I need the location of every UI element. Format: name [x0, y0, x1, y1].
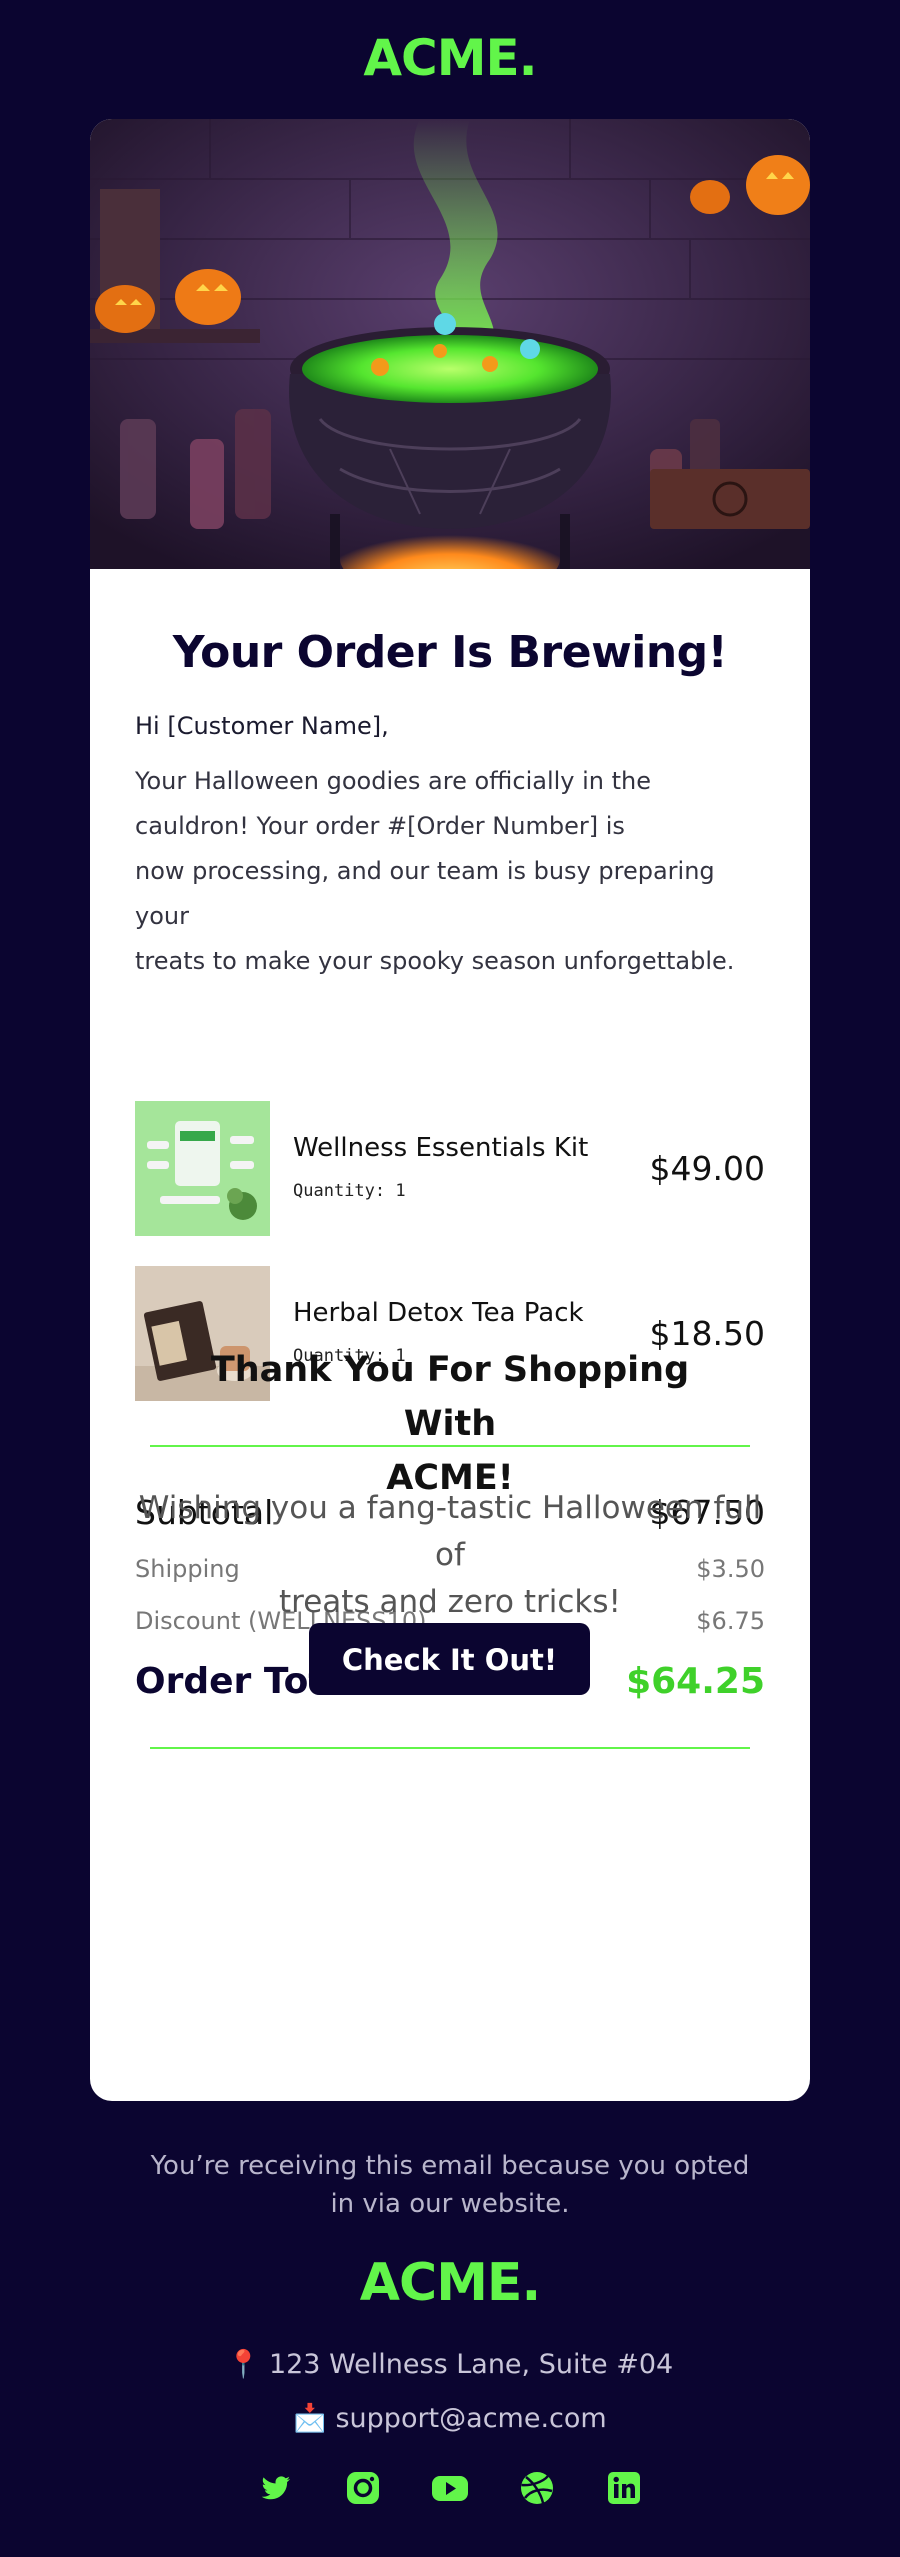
youtube-icon[interactable]	[430, 2468, 470, 2508]
footer-address: 📍 123 Wellness Lane, Suite #04	[226, 2349, 674, 2380]
thanks-message: Wishing you a fang-tastic Halloween full…	[130, 1485, 770, 1626]
order-item: Wellness Essentials Kit Quantity: 1 $49.…	[135, 1101, 765, 1236]
divider	[150, 1747, 750, 1749]
item-name: Wellness Essentials Kit	[293, 1133, 589, 1163]
item-name: Herbal Detox Tea Pack	[293, 1298, 584, 1328]
check-it-out-button[interactable]: Check It Out!	[309, 1623, 590, 1695]
product-image-wellness-kit[interactable]	[135, 1101, 270, 1236]
greeting: Hi [Customer Name],	[135, 712, 389, 740]
body-line: treats to make your spooky season unforg…	[135, 947, 735, 975]
message-line: Wishing you a fang-tastic Halloween full…	[138, 1490, 762, 1573]
order-card: Your Order Is Brewing! Hi [Customer Name…	[90, 119, 810, 2101]
body-text: Your Halloween goodies are officially in…	[135, 759, 755, 984]
instagram-icon[interactable]	[343, 2468, 383, 2508]
thanks-title: Thank You For Shopping With ACME!	[170, 1343, 730, 1505]
social-links	[0, 2468, 900, 2508]
hero-image	[90, 119, 810, 569]
twitter-icon[interactable]	[256, 2468, 296, 2508]
total-value: $64.25	[626, 1661, 765, 1702]
body-line: cauldron! Your order #[Order Number] is	[135, 812, 625, 840]
header-logo[interactable]: ACME.	[0, 0, 900, 88]
email-headline: Your Order Is Brewing!	[172, 627, 728, 678]
item-quantity: Quantity: 1	[293, 1181, 406, 1201]
thanks-line: Thank You For Shopping With	[210, 1350, 690, 1444]
message-line: treats and zero tricks!	[279, 1584, 621, 1620]
body-line: now processing, and our team is busy pre…	[135, 857, 715, 930]
body-line: Your Halloween goodies are officially in…	[135, 767, 651, 795]
footer-note-line: in via our website.	[330, 2189, 570, 2219]
footer-note: You’re receiving this email because you …	[150, 2147, 750, 2223]
item-price: $49.00	[649, 1149, 765, 1188]
footer-logo[interactable]: ACME.	[0, 2253, 900, 2313]
linkedin-icon[interactable]	[604, 2468, 644, 2508]
footer-note-line: You’re receiving this email because you …	[150, 2151, 750, 2181]
footer-email[interactable]: 📩 support@acme.com	[0, 2402, 900, 2434]
dribbble-icon[interactable]	[517, 2468, 557, 2508]
